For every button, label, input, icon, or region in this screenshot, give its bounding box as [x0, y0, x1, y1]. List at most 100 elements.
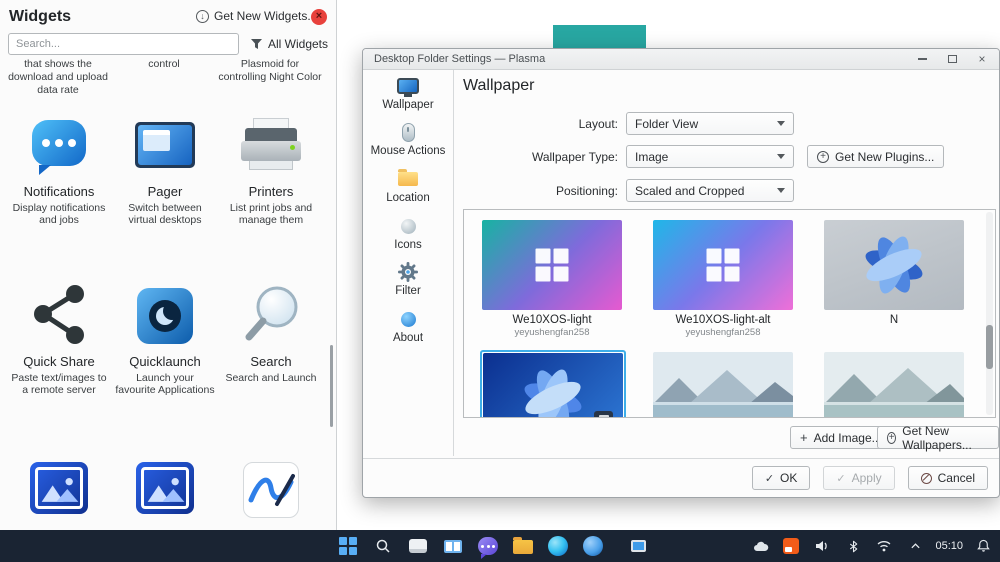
sidebar-item-mouse-actions[interactable]: Mouse Actions — [363, 121, 453, 157]
desktop: Widgets ↓ Get New Widgets... × All Widge… — [0, 0, 1000, 562]
chevron-down-icon — [777, 154, 785, 159]
share-icon — [6, 282, 112, 352]
wifi-button[interactable] — [873, 532, 895, 560]
start-button[interactable] — [334, 532, 362, 560]
grid-scrollbar-track[interactable] — [986, 212, 993, 415]
sidebar-item-filter[interactable]: Filter — [363, 261, 453, 297]
virtual-desktops-button[interactable] — [439, 532, 467, 560]
printers-icon — [218, 112, 324, 182]
get-new-plugins-button[interactable]: + Get New Plugins... — [807, 145, 945, 168]
windows-logo-icon — [339, 537, 357, 555]
widget-name: Notifications — [23, 184, 95, 199]
blue-app-icon — [583, 536, 603, 556]
clipped-widget-description: that shows the download and upload data … — [8, 58, 108, 96]
widget-description: List print jobs and manage them — [229, 202, 313, 226]
sidebar-item-about[interactable]: About — [363, 308, 453, 344]
widget-item-clipped[interactable] — [112, 458, 218, 528]
chevron-down-icon — [777, 188, 785, 193]
task-view-icon — [409, 539, 427, 553]
get-new-widgets-label: Get New Widgets... — [214, 9, 318, 23]
wallpaper-thumb-we10xos-light[interactable]: We10XOS-light yeyushengfan258 — [482, 220, 622, 338]
windows-logo-icon — [535, 248, 569, 282]
wallpaper-preview — [483, 353, 623, 417]
taskbar: 05:10 — [0, 530, 1000, 562]
maximize-button[interactable] — [946, 53, 958, 65]
running-app-button[interactable] — [627, 532, 649, 560]
window-title: Desktop Folder Settings — Plasma — [374, 53, 546, 65]
clock[interactable]: 05:10 — [935, 540, 963, 552]
layout-dropdown[interactable]: Folder View — [626, 112, 794, 135]
wallpaper-preview — [482, 220, 622, 310]
close-panel-button[interactable]: × — [311, 9, 327, 25]
ok-button[interactable]: ✓ OK — [751, 466, 811, 490]
funnel-icon — [251, 39, 262, 49]
wallpaper-icon — [397, 78, 419, 97]
windows-logo-icon — [706, 248, 740, 282]
bloom-icon — [865, 236, 923, 294]
widget-name: Printers — [248, 184, 294, 199]
widget-item-clipped[interactable] — [6, 458, 112, 528]
filter-label: All Widgets — [268, 37, 329, 51]
wallpaper-thumb-landscape[interactable] — [824, 352, 964, 417]
layout-label: Layout: — [578, 117, 618, 131]
widget-name: Pager — [147, 184, 183, 199]
widget-item-quicklaunch[interactable]: Quicklaunch Launch your favourite Applic… — [112, 282, 218, 396]
widget-item-printers[interactable]: Printers List print jobs and manage them — [218, 112, 324, 226]
wallpaper-thumb-n[interactable]: N — [824, 220, 964, 327]
wallpaper-preview — [824, 220, 964, 310]
download-icon: ↓ — [196, 9, 209, 23]
search-input[interactable] — [8, 33, 239, 55]
sidebar-separator — [453, 70, 454, 456]
widget-description: Display notifications and jobs — [12, 202, 106, 226]
get-new-widgets-button[interactable]: ↓ Get New Widgets... — [196, 9, 317, 23]
widget-name: Quick Share — [23, 354, 95, 369]
cloud-tray-button[interactable] — [749, 532, 771, 560]
taskbar-search-button[interactable] — [369, 532, 397, 560]
apply-button[interactable]: ✓ Apply — [823, 466, 895, 490]
wallpaper-thumb-we10xos-light-alt[interactable]: We10XOS-light-alt yeyushengfan258 — [653, 220, 793, 338]
wallpaper-grid: We10XOS-light yeyushengfan258 We10XOS-li… — [463, 209, 996, 418]
orange-app-icon — [783, 538, 800, 554]
chat-app-button[interactable] — [474, 532, 502, 560]
bluetooth-icon — [849, 540, 858, 552]
search-icon — [376, 539, 390, 553]
wallpaper-type-dropdown[interactable]: Image — [626, 145, 794, 168]
widget-item-clipped[interactable] — [218, 458, 324, 528]
widget-item-search[interactable]: Search Search and Launch — [218, 282, 324, 384]
wallpaper-thumb-selected[interactable] — [480, 350, 626, 417]
sidebar-item-wallpaper[interactable]: Wallpaper — [363, 75, 453, 111]
bluetooth-button[interactable] — [842, 532, 864, 560]
widget-explorer-panel: Widgets ↓ Get New Widgets... × All Widge… — [0, 0, 337, 530]
close-button[interactable]: × — [976, 53, 988, 65]
file-manager-button[interactable] — [509, 532, 537, 560]
check-icon: ✓ — [836, 472, 846, 485]
minimize-icon — [917, 58, 927, 60]
sidebar-item-icons[interactable]: Icons — [363, 215, 453, 251]
positioning-dropdown[interactable]: Scaled and Cropped — [626, 179, 794, 202]
notifications-tray-button[interactable] — [972, 532, 994, 560]
tray-expand-button[interactable] — [904, 532, 926, 560]
cancel-button[interactable]: Cancel — [907, 466, 988, 490]
app-button[interactable] — [579, 532, 607, 560]
desktop-background-peek — [553, 25, 646, 48]
widget-description: Search and Launch — [225, 372, 317, 384]
widget-item-notifications[interactable]: Notifications Display notifications and … — [6, 112, 112, 226]
bell-icon — [976, 539, 990, 552]
task-view-button[interactable] — [404, 532, 432, 560]
close-icon: × — [978, 52, 986, 66]
dialog-button-bar: ✓ OK ✓ Apply Cancel — [363, 458, 999, 497]
panel-scrollbar[interactable] — [330, 345, 333, 427]
window-titlebar[interactable]: Desktop Folder Settings — Plasma × — [363, 49, 999, 70]
widget-filter-dropdown[interactable]: All Widgets — [250, 37, 328, 51]
folder-icon — [398, 169, 418, 186]
widget-item-pager[interactable]: Pager Switch between virtual desktops — [112, 112, 218, 226]
minimize-button[interactable] — [916, 53, 928, 65]
grid-scrollbar-thumb[interactable] — [986, 325, 993, 369]
wallpaper-thumb-landscape[interactable] — [653, 352, 793, 417]
orange-tray-button[interactable] — [780, 532, 802, 560]
volume-button[interactable] — [811, 532, 833, 560]
widget-item-quick-share[interactable]: Quick Share Paste text/images to a remot… — [6, 282, 112, 396]
get-new-wallpapers-button[interactable]: + Get New Wallpapers... — [877, 424, 999, 452]
sidebar-item-location[interactable]: Location — [363, 168, 453, 204]
browser-button[interactable] — [544, 532, 572, 560]
